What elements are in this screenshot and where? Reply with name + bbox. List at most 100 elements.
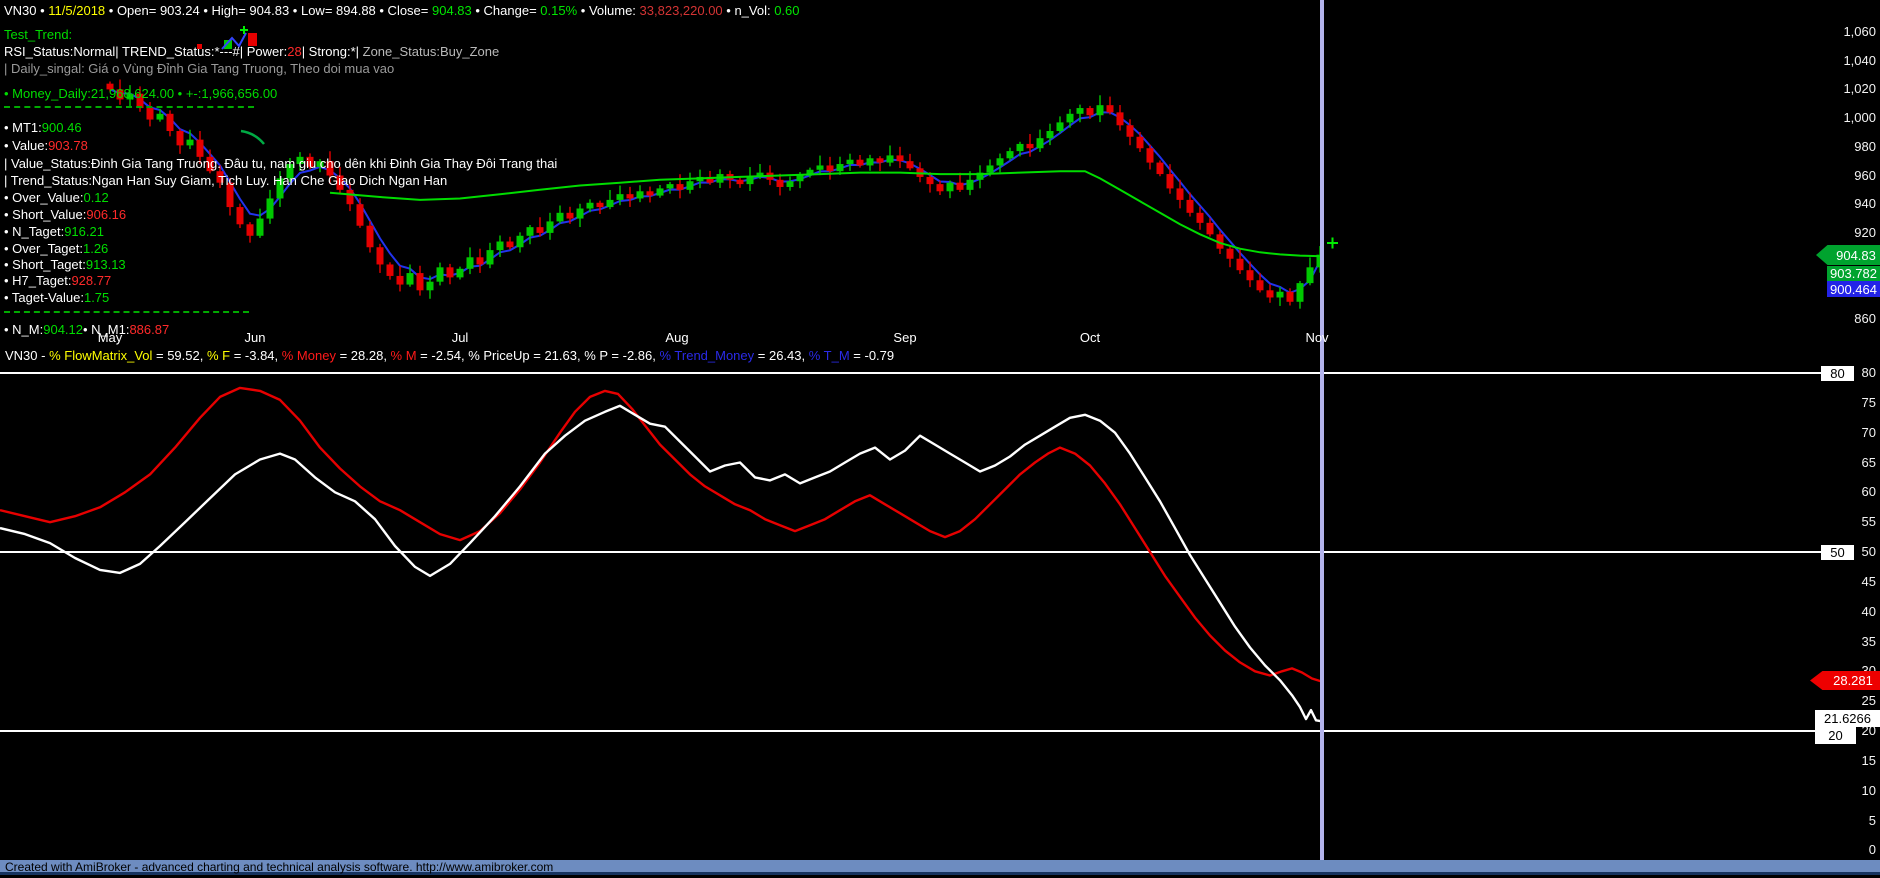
candle-body xyxy=(867,158,874,165)
price-tick-1060: 1,060 xyxy=(1834,24,1876,40)
candle-body xyxy=(377,247,384,264)
oscillator-pane-title-segment: = -0.79 xyxy=(850,348,894,363)
over-taget-line-segment: 1.26 xyxy=(83,241,108,256)
dashed-separator xyxy=(4,106,254,108)
price-tick-1020: 1,020 xyxy=(1834,81,1876,97)
money-daily-line-segment: • Money_Daily: xyxy=(4,86,91,101)
candle-body xyxy=(967,180,974,190)
over-taget-line: • Over_Taget:1.26 xyxy=(4,241,108,257)
osc-tick-15: 15 xyxy=(1834,753,1876,769)
candle-body xyxy=(357,204,364,226)
chart-title: VN30 • 11/5/2018 • Open= 903.24 • High= … xyxy=(4,3,800,19)
money-daily-line: • Money_Daily:21,968,624.00 • +-:1,966,6… xyxy=(4,86,277,102)
h7-taget-line-segment: • H7_Taget: xyxy=(4,273,71,288)
month-label-jun: Jun xyxy=(245,330,266,345)
candle-body xyxy=(1087,108,1094,115)
n-taget-line: • N_Taget:916.21 xyxy=(4,224,104,240)
oscillator-pane-title-segment: = -2.54, xyxy=(417,348,469,363)
candle-body xyxy=(897,155,904,161)
candle-body xyxy=(597,203,604,207)
over-value-line-segment: • Over_Value: xyxy=(4,190,83,205)
candle-body xyxy=(1187,200,1194,213)
candle-body xyxy=(347,190,354,204)
value-tag-80: 80 xyxy=(1821,366,1854,381)
candle-body xyxy=(257,219,264,236)
month-label-jul: Jul xyxy=(452,330,469,345)
mt1-line: • MT1:900.46 xyxy=(4,120,82,136)
price-tick-980: 980 xyxy=(1834,139,1876,155)
osc-tick-60: 60 xyxy=(1834,484,1876,500)
oscillator-pane-title-segment: = 59.52, xyxy=(152,348,207,363)
price-tick-860: 860 xyxy=(1834,311,1876,327)
candle-body xyxy=(827,165,834,171)
month-label-oct: Oct xyxy=(1080,330,1100,345)
osc-tick-0: 0 xyxy=(1834,842,1876,858)
candle-body xyxy=(487,250,494,264)
oscillator-pane-title-segment: % Money xyxy=(282,348,336,363)
value-tag-50: 50 xyxy=(1821,545,1854,560)
candle-body xyxy=(647,191,654,195)
oscillator-pane-title-segment: = -3.84, xyxy=(230,348,282,363)
month-label-may: May xyxy=(98,330,123,345)
chart-title-segment: VN30 • xyxy=(4,3,48,18)
oscillator-pane-title-segment: = 26.43, xyxy=(754,348,809,363)
oscillator-pane-title-segment: % FlowMatrix_Vol xyxy=(49,348,152,363)
chart-title-segment: 904.83 xyxy=(432,3,472,18)
oscillator-pane-title-segment: = 28.28, xyxy=(336,348,391,363)
candle-body xyxy=(1077,108,1084,114)
candle-body xyxy=(1267,290,1274,297)
value-line: • Value:903.78 xyxy=(4,138,88,154)
test-trend-label: Test_Trend: xyxy=(4,27,72,43)
candle-body xyxy=(1247,270,1254,280)
rsi-status-line-segment: RSI_Status:Normal| TREND_Status:*---#| P… xyxy=(4,44,287,59)
candle-body xyxy=(367,226,374,248)
mt1-line-segment: 900.46 xyxy=(42,120,82,135)
candle-body xyxy=(877,158,884,162)
candle-body xyxy=(857,160,864,166)
rsi-status-line: RSI_Status:Normal| TREND_Status:*---#| P… xyxy=(4,44,499,60)
nm-line-segment: 904.12 xyxy=(43,322,83,337)
candle-body xyxy=(1287,292,1294,302)
candle-body xyxy=(997,158,1004,165)
chart-title-segment: • Change= xyxy=(472,3,541,18)
osc-tick-45: 45 xyxy=(1834,574,1876,590)
candle-body xyxy=(437,267,444,281)
candle-body xyxy=(1057,122,1064,131)
test-trend-label-segment: Test_Trend: xyxy=(4,27,72,42)
candle-body xyxy=(577,209,584,219)
candle-body xyxy=(1037,138,1044,148)
candle-body xyxy=(797,176,804,182)
candle-body xyxy=(1297,283,1304,302)
candle-body xyxy=(157,114,164,120)
candle-body xyxy=(527,227,534,236)
oscillator-pane-title-segment: % T_M xyxy=(809,348,850,363)
candle-body xyxy=(1137,137,1144,148)
candle-body xyxy=(517,236,524,247)
candle-body xyxy=(1147,148,1154,162)
date-cursor-line[interactable] xyxy=(1320,0,1324,860)
candle-body xyxy=(1227,249,1234,259)
daily-signal-line: | Daily_singal: Giá o Vùng Đỉnh Gia Tang… xyxy=(4,61,394,77)
candle-body xyxy=(687,181,694,190)
money-daily-line-segment: 1,966,656.00 xyxy=(201,86,277,101)
oscillator-pane-title: VN30 - % FlowMatrix_Vol = 59.52, % F = -… xyxy=(5,348,894,363)
month-label-nov: Nov xyxy=(1305,330,1328,345)
candle-body xyxy=(1207,223,1214,234)
candle-body xyxy=(407,273,414,284)
value-swoosh-icon xyxy=(241,131,264,144)
chart-canvas[interactable] xyxy=(0,0,1880,878)
short-taget-line-segment: • Short_Taget: xyxy=(4,257,86,272)
short-taget-line-segment: 913.13 xyxy=(86,257,126,272)
oscillator-pane-title-segment: % PriceUp = 21.63, % P = -2.86, xyxy=(468,348,659,363)
chart-title-segment: 33,823,220.00 xyxy=(640,3,723,18)
rsi-status-line-segment: | Strong:*| xyxy=(302,44,363,59)
value-tag-28.281: 28.281 xyxy=(1810,671,1880,690)
amibroker-footer: Created with AmiBroker - advanced charti… xyxy=(0,860,1880,875)
candle-body xyxy=(557,213,564,222)
candle-body xyxy=(627,194,634,198)
candle-body xyxy=(1257,280,1264,290)
over-value-line: • Over_Value:0.12 xyxy=(4,190,109,206)
candle-body xyxy=(197,140,204,157)
candle-body xyxy=(1007,151,1014,158)
candle-body xyxy=(1067,114,1074,123)
